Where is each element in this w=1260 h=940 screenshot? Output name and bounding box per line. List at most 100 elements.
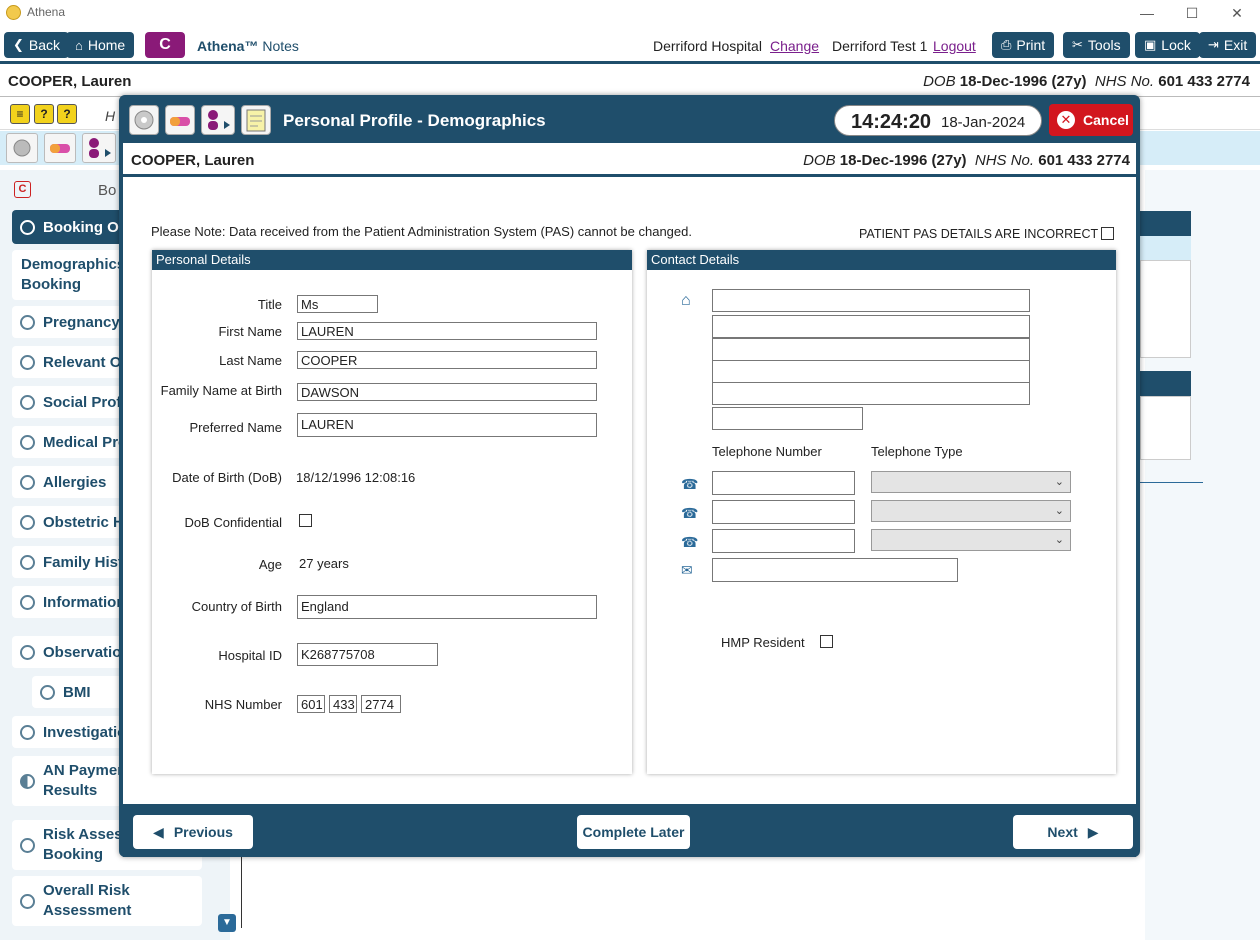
logout-link[interactable]: Logout (933, 38, 976, 54)
hospital-id-label: Hospital ID (218, 648, 282, 663)
dob-value: 18/12/1996 12:08:16 (296, 470, 416, 485)
lock-icon: ▣ (1144, 37, 1157, 52)
arrow-right-icon: ▶ (1087, 823, 1099, 840)
exit-button[interactable]: ⇥ Exit (1199, 32, 1257, 58)
patient-name: COOPER, Lauren (131, 152, 255, 169)
tools-button[interactable]: ✂ Tools (1063, 32, 1130, 58)
pas-incorrect-checkbox[interactable] (1101, 227, 1114, 240)
patient-identifiers: DOB 18-Dec-1996 (27y) NHS No. 601 433 27… (923, 73, 1250, 90)
address-line-5[interactable] (712, 382, 1030, 405)
app-icon (6, 5, 21, 20)
telephone-type-select-1[interactable]: ⌄ (871, 471, 1071, 493)
dob-confidential-label: DoB Confidential (184, 515, 282, 530)
phone-icon: ☎ (681, 505, 699, 521)
user-name: Derriford Test 1 (832, 38, 928, 54)
panel-heading: Bo (98, 182, 117, 199)
maximize-button[interactable]: ☐ (1170, 2, 1214, 24)
previous-button[interactable]: ◀ Previous (133, 815, 253, 849)
hmp-resident-checkbox[interactable] (820, 635, 833, 648)
birth-name-label: Family Name at Birth (160, 383, 282, 398)
nhs-number-part2[interactable]: 433 (329, 695, 357, 713)
settings-icon[interactable] (6, 133, 38, 163)
medication-icon[interactable] (165, 105, 195, 135)
medication-icon[interactable] (44, 133, 76, 163)
personal-details-panel: Personal Details Title Ms First Name LAU… (152, 250, 632, 774)
email-field[interactable] (712, 558, 958, 582)
address-line-4[interactable] (712, 360, 1030, 383)
personal-details-heading: Personal Details (152, 250, 632, 270)
cancel-button[interactable]: ✕ Cancel (1049, 104, 1133, 136)
sidebar-item-overall-risk-assessment[interactable]: Overall Risk Assessment (12, 876, 202, 926)
telephone-field-1[interactable] (712, 471, 855, 495)
person-arrow-icon[interactable] (82, 133, 116, 163)
minimize-button[interactable]: — (1125, 2, 1169, 24)
address-line-1[interactable] (712, 289, 1030, 312)
lock-button[interactable]: ▣ Lock (1135, 32, 1200, 58)
c-button[interactable]: C (145, 32, 185, 58)
hospital-id-field[interactable]: K268775708 (297, 643, 438, 666)
dialog-title: Personal Profile - Demographics (283, 111, 546, 130)
hmp-resident-label: HMP Resident (721, 635, 805, 650)
title-field[interactable]: Ms (297, 295, 378, 313)
dialog-header: Personal Profile - Demographics 14:24:20… (123, 99, 1136, 143)
print-button[interactable]: ⎙ Print (992, 32, 1055, 58)
back-button[interactable]: ❮ Back (4, 32, 70, 58)
current-date: 18-Jan-2024 (941, 114, 1026, 131)
complete-later-button[interactable]: Complete Later (577, 815, 690, 849)
phone-icon: ☎ (681, 476, 699, 492)
settings-icon[interactable] (129, 105, 159, 135)
telephone-field-3[interactable] (712, 529, 855, 553)
radio-icon (20, 219, 35, 235)
nhs-number-part3[interactable]: 2774 (361, 695, 401, 713)
postcode-field[interactable] (712, 407, 863, 430)
nhs-number-label: NHS Number (204, 697, 282, 712)
telephone-type-select-2[interactable]: ⌄ (871, 500, 1071, 522)
radio-icon (20, 644, 35, 660)
notepad-icon[interactable] (241, 105, 271, 135)
help-icon[interactable]: ? (34, 104, 54, 124)
close-circle-icon: ✕ (1057, 111, 1075, 129)
first-name-field[interactable]: LAUREN (297, 322, 597, 340)
datetime-display: 14:24:20 18-Jan-2024 (834, 105, 1042, 136)
tools-icon: ✂ (1072, 37, 1083, 52)
patient-name: COOPER, Lauren (8, 73, 132, 90)
radio-icon (20, 434, 35, 450)
close-window-button[interactable]: ✕ (1215, 2, 1259, 24)
hospital-name: Derriford Hospital (653, 38, 762, 54)
help-icon-2[interactable]: ? (57, 104, 77, 124)
radio-icon (20, 474, 35, 490)
first-name-label: First Name (218, 324, 282, 339)
birth-name-field[interactable]: DAWSON (297, 383, 597, 401)
phone-icon: ☎ (681, 534, 699, 550)
app-brand: Athena™ Notes (197, 38, 299, 54)
radio-icon (40, 684, 55, 700)
dob-confidential-checkbox[interactable] (299, 514, 312, 527)
last-name-label: Last Name (219, 353, 282, 368)
home-button[interactable]: ⌂ Home (66, 32, 135, 58)
email-icon: ✉ (681, 562, 693, 578)
last-name-field[interactable]: COOPER (297, 351, 597, 369)
address-line-3[interactable] (712, 338, 1030, 361)
chevron-down-icon: ⌄ (1054, 534, 1064, 546)
patient-identifiers: DOB 18-Dec-1996 (27y) NHS No. 601 433 27… (803, 152, 1130, 169)
contact-details-heading: Contact Details (647, 250, 1116, 270)
c-logo-icon: C (14, 181, 31, 198)
preferred-name-field[interactable]: LAUREN (297, 413, 597, 437)
person-arrow-icon[interactable] (201, 105, 235, 135)
scroll-down-icon[interactable]: ▼ (218, 914, 236, 932)
age-value: 27 years (299, 556, 349, 571)
telephone-number-label: Telephone Number (712, 444, 822, 459)
printer-icon: ⎙ (1001, 37, 1012, 52)
radio-icon (20, 837, 35, 853)
telephone-type-select-3[interactable]: ⌄ (871, 529, 1071, 551)
nhs-number-part1[interactable]: 601 (297, 695, 325, 713)
country-field[interactable]: England (297, 595, 597, 619)
chevron-left-icon: ❮ (13, 37, 24, 52)
telephone-field-2[interactable] (712, 500, 855, 524)
address-line-2[interactable] (712, 315, 1030, 338)
alert-list-icon[interactable]: ≡ (10, 104, 30, 124)
main-toolbar: ❮ Back ⌂ Home C Athena™ Notes Derriford Ho… (0, 28, 1260, 64)
next-button[interactable]: Next ▶ (1013, 815, 1133, 849)
radio-icon (20, 354, 35, 370)
change-hospital-link[interactable]: Change (770, 38, 819, 54)
